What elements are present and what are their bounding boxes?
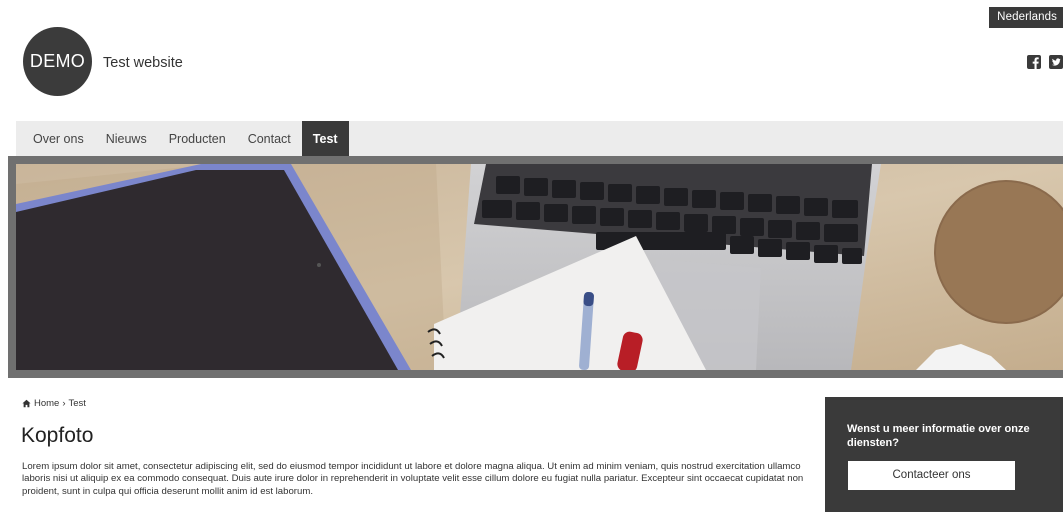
body-paragraph: Lorem ipsum dolor sit amet, consectetur … (22, 461, 804, 497)
site-title[interactable]: Test website (103, 55, 183, 71)
contact-cta-box: Wenst u meer informatie over onze dienst… (825, 397, 1063, 512)
facebook-icon[interactable] (1027, 55, 1041, 69)
nav-item-nieuws[interactable]: Nieuws (95, 121, 158, 156)
breadcrumb: Home › Test (22, 398, 86, 409)
nav-item-test[interactable]: Test (301, 121, 349, 156)
desk-photo-illustration (16, 164, 1063, 370)
social-links (1027, 55, 1063, 69)
twitter-icon[interactable] (1049, 55, 1063, 69)
nav-item-contact[interactable]: Contact (237, 121, 302, 156)
breadcrumb-separator: › (62, 398, 66, 409)
language-selector[interactable]: Nederlands (989, 7, 1063, 28)
hero-image (16, 164, 1063, 370)
nav-item-over-ons[interactable]: Over ons (16, 121, 95, 156)
breadcrumb-home[interactable]: Home (34, 398, 59, 409)
contact-button[interactable]: Contacteer ons (848, 461, 1015, 490)
home-icon (22, 399, 31, 408)
breadcrumb-current: Test (68, 398, 86, 409)
main-navigation: Over ons Nieuws Producten Contact Test (16, 121, 1063, 156)
hero-banner (8, 156, 1063, 378)
page-title: Kopfoto (21, 424, 94, 447)
cta-text: Wenst u meer informatie over onze dienst… (847, 423, 1030, 449)
site-logo[interactable]: DEMO (23, 27, 92, 96)
nav-item-producten[interactable]: Producten (158, 121, 237, 156)
